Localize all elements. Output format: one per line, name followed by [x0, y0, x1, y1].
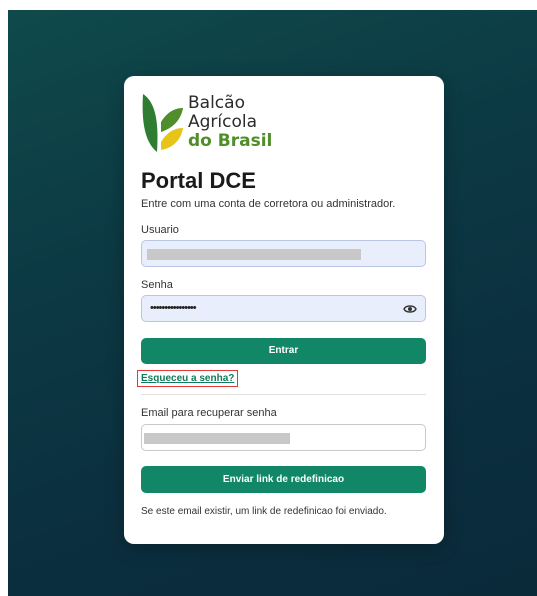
password-value: ••••••••••••••••: [150, 302, 197, 314]
password-label: Senha: [141, 279, 173, 291]
brand-name-line3: do Brasil: [188, 131, 273, 151]
page-title: Portal DCE: [141, 168, 256, 193]
recovery-confirmation: Se este email existir, um link de redefi…: [141, 506, 387, 517]
recovery-email-field[interactable]: [141, 424, 426, 451]
brand-name-line1: Balcão: [188, 93, 245, 113]
username-label: Usuario: [141, 224, 179, 236]
login-card: Balcão Agrícola do Brasil Portal DCE Ent…: [124, 76, 444, 544]
recovery-email-label: Email para recuperar senha: [141, 407, 277, 419]
password-field[interactable]: ••••••••••••••••: [141, 295, 426, 322]
brand-logo: Balcão Agrícola do Brasil: [141, 92, 281, 156]
page-subtitle: Entre com uma conta de corretora ou admi…: [141, 198, 396, 210]
username-field[interactable]: [141, 240, 426, 267]
show-password-eye-icon[interactable]: [403, 303, 417, 315]
forgot-password-link[interactable]: Esqueceu a senha?: [137, 370, 239, 387]
redacted-username: [147, 249, 361, 260]
redacted-email: [144, 433, 290, 444]
send-reset-link-button[interactable]: Enviar link de redefinicao: [141, 466, 426, 493]
brand-name-line2: Agrícola: [188, 112, 258, 132]
login-button[interactable]: Entrar: [141, 338, 426, 364]
leaf-logo-icon: [142, 94, 183, 152]
divider: [141, 394, 426, 395]
